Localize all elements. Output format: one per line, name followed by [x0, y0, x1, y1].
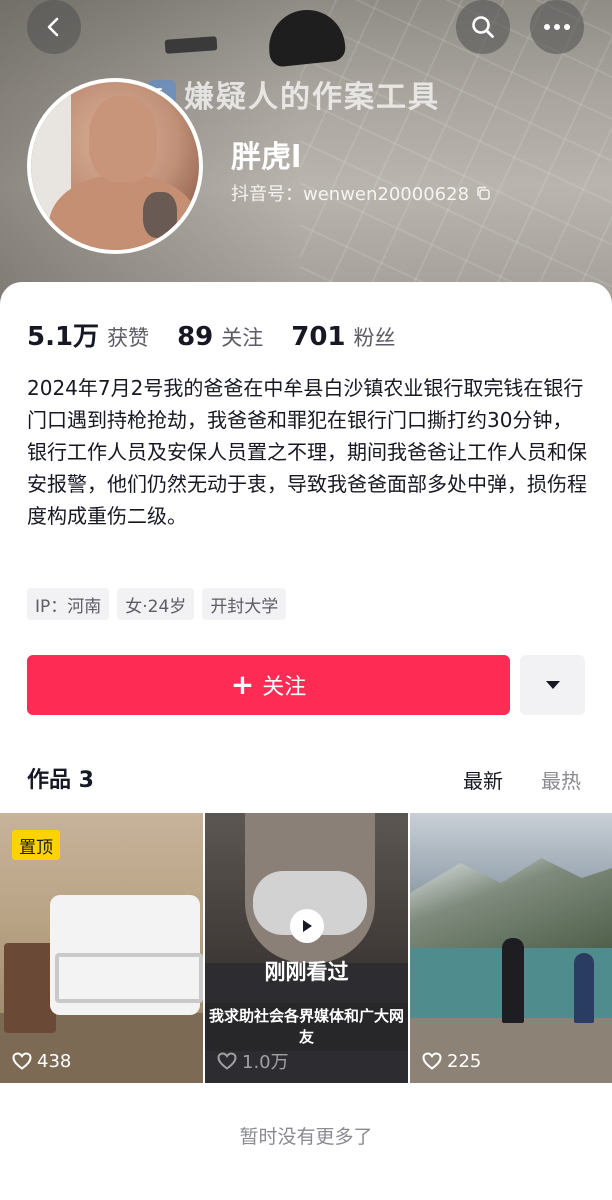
- stat-value: 701: [291, 322, 346, 352]
- no-more-text: 暂时没有更多了: [239, 1126, 373, 1148]
- like-count-text: 438: [37, 1050, 72, 1072]
- watermark-text: 嫌疑人的作案工具: [184, 80, 440, 115]
- works-title: 作品 3: [27, 768, 94, 793]
- chevron-left-icon: [47, 17, 59, 37]
- profile-bio: 2024年7月2号我的爸爸在中牟县白沙镇农业银行取完钱在银行门口遇到持枪抢劫，我…: [27, 376, 587, 528]
- tag-gender-age: 女·24岁: [117, 588, 195, 620]
- video-caption: 我求助社会各界媒体和广大网友: [205, 1003, 408, 1051]
- back-button[interactable]: [27, 0, 81, 54]
- stat-followers[interactable]: 701 粉丝: [291, 322, 395, 352]
- just-watched-label: 刚刚看过: [264, 960, 349, 984]
- video-thumbnail[interactable]: 刚刚看过 我求助社会各界媒体和广大网友 1.0万: [205, 813, 408, 1083]
- heart-icon: [12, 1052, 32, 1070]
- copy-icon[interactable]: [475, 185, 491, 201]
- more-button[interactable]: [530, 0, 584, 54]
- like-count: 1.0万: [217, 1049, 289, 1073]
- douyin-id[interactable]: 抖音号：wenwen20000628: [231, 180, 491, 206]
- video-thumbnail[interactable]: 225: [410, 813, 612, 1083]
- stat-label: 关注: [221, 326, 264, 350]
- sort-hot-tab[interactable]: 最热: [541, 765, 581, 794]
- stat-value: 5.1万: [27, 322, 100, 352]
- search-button[interactable]: [456, 0, 510, 54]
- like-count: 438: [12, 1049, 71, 1073]
- stat-label: 获赞: [107, 326, 150, 350]
- sort-latest-tab[interactable]: 最新: [463, 765, 503, 794]
- heart-icon: [422, 1052, 442, 1070]
- tag-school[interactable]: 开封大学: [202, 588, 287, 620]
- follow-button[interactable]: + 关注: [27, 655, 510, 715]
- recommend-dropdown-button[interactable]: [520, 655, 585, 715]
- stat-likes[interactable]: 5.1万 获赞: [27, 316, 149, 353]
- search-icon: [472, 16, 494, 38]
- heart-icon: [217, 1052, 237, 1070]
- pinned-badge: 置顶: [12, 830, 60, 860]
- avatar[interactable]: [27, 78, 203, 254]
- username: 胖虎l: [231, 140, 302, 175]
- stat-label: 粉丝: [353, 326, 396, 350]
- like-count: 225: [422, 1049, 481, 1073]
- follow-label: 关注: [262, 675, 307, 700]
- play-icon: [290, 909, 324, 943]
- douyin-id-text: 抖音号：wenwen20000628: [231, 184, 470, 205]
- stat-following[interactable]: 89 关注: [177, 322, 263, 352]
- plus-icon: +: [230, 668, 255, 701]
- like-count-text: 225: [447, 1050, 482, 1072]
- stats-row: 5.1万 获赞 89 关注 701 粉丝: [27, 316, 424, 353]
- stat-value: 89: [177, 322, 214, 352]
- video-thumbnail[interactable]: 置顶 438: [0, 813, 203, 1083]
- more-dots-icon: [544, 24, 570, 30]
- like-count-text: 1.0万: [242, 1052, 289, 1073]
- cover-watermark: ↖ 嫌疑人的作案工具: [148, 74, 440, 115]
- triangle-down-icon: [545, 681, 560, 689]
- tag-ip: IP：河南: [27, 588, 110, 620]
- profile-tags: IP：河南 女·24岁 开封大学: [27, 588, 287, 620]
